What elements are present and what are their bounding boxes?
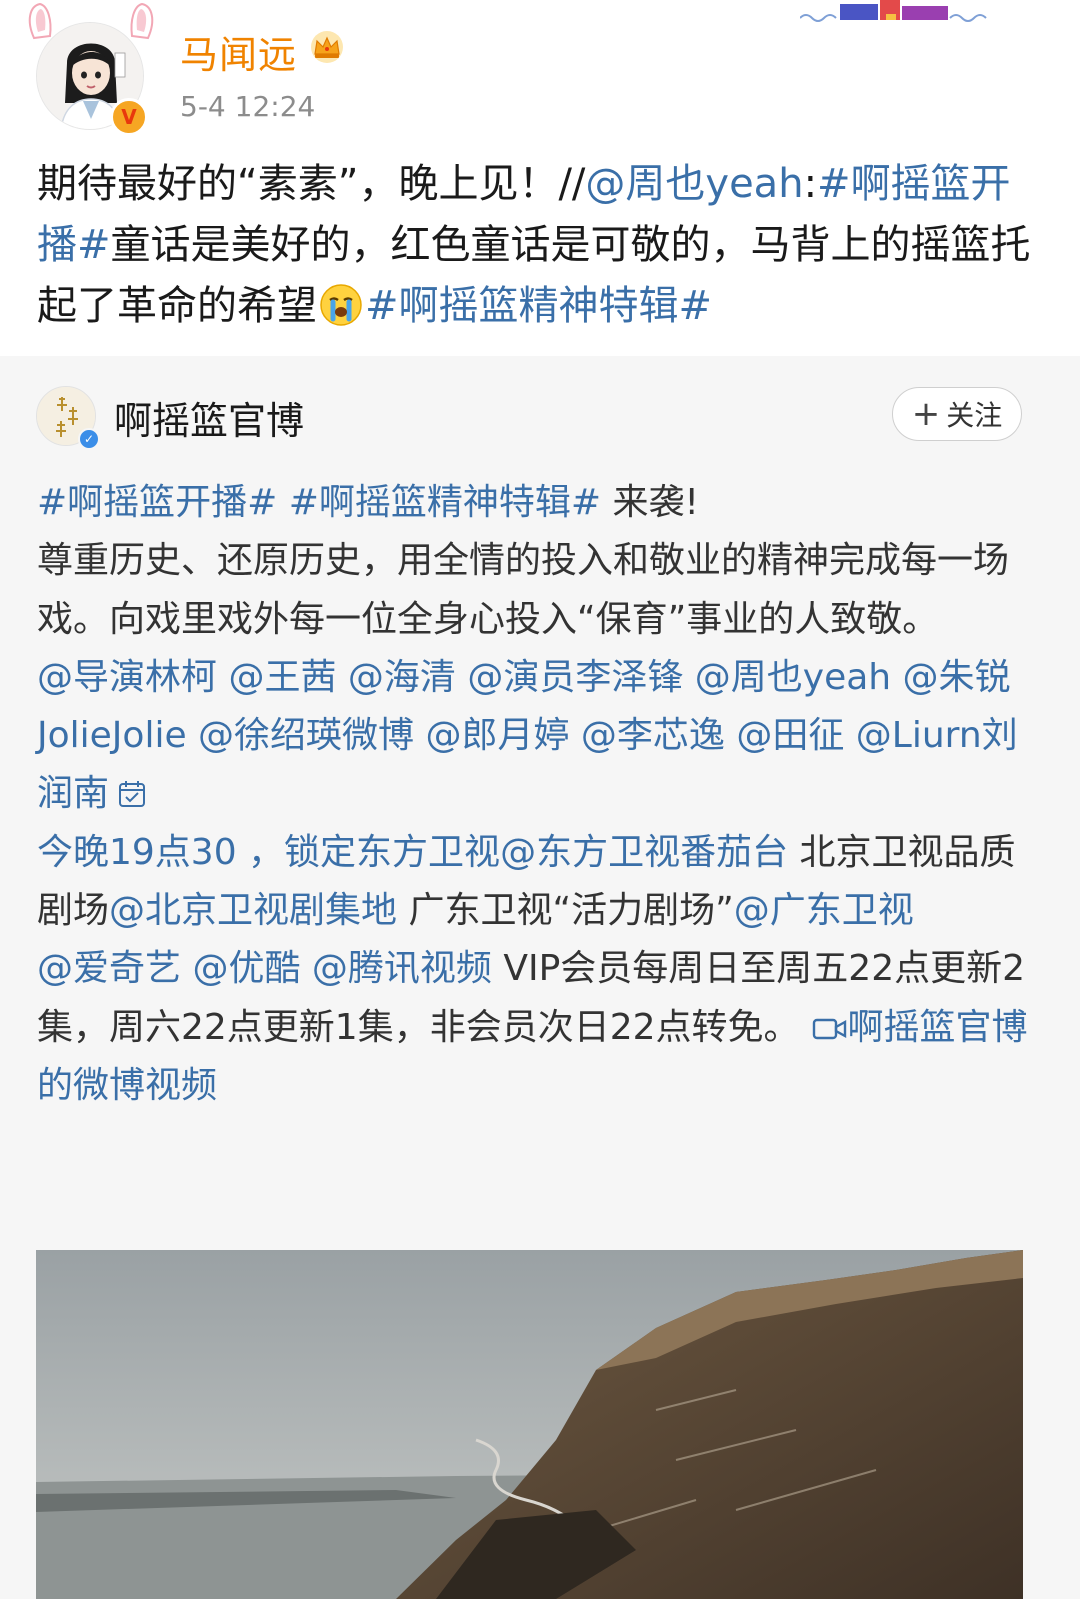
post-header: V 马闻远 5-4 12:24 xyxy=(0,0,1080,145)
video-icon[interactable] xyxy=(812,1015,848,1043)
crying-emoji-icon xyxy=(320,284,362,326)
plus-icon: + xyxy=(911,394,941,434)
post-text-intro: 期待最好的“素素”，晚上见！// xyxy=(37,161,586,207)
follow-label: 关注 xyxy=(946,399,1003,432)
post-colon: : xyxy=(803,161,818,207)
schedule-gdtv: 广东卫视“活力剧场” xyxy=(397,890,734,932)
mention-gdtv[interactable]: @广东卫视 xyxy=(734,890,914,931)
repost-card[interactable]: ✓ 啊摇篮官博 + 关注 #啊摇篮开播# #啊摇篮精神特辑# 来袭! 尊重历史、… xyxy=(0,356,1080,1599)
blue-verified-badge-icon: ✓ xyxy=(78,428,100,450)
username[interactable]: 马闻远 xyxy=(180,24,297,79)
verified-badge-icon: V xyxy=(110,98,148,136)
avatar-wrap[interactable]: V xyxy=(22,0,162,140)
original-post-text: #啊摇篮开播# #啊摇篮精神特辑# 来袭! 尊重历史、还原历史，用全情的投入和敬… xyxy=(37,474,1037,1115)
arrive-text: 来袭! xyxy=(601,482,699,523)
mention-bjtv[interactable]: @北京卫视剧集地 xyxy=(109,890,397,931)
landscape-still-image xyxy=(36,1250,1023,1599)
topics-line[interactable]: #啊摇篮开播# #啊摇篮精神特辑# xyxy=(37,482,601,523)
mention-zhouye[interactable]: @周也yeah xyxy=(585,161,803,207)
cast-mentions[interactable]: @导演林柯 @王茜 @海清 @演员李泽锋 @周也yeah @朱锐JolieJol… xyxy=(37,657,1018,815)
topic-special[interactable]: #啊摇篮精神特辑# xyxy=(365,283,712,329)
post-time: 5-4 12:24 xyxy=(180,90,316,123)
platform-mentions[interactable]: @爱奇艺 @优酷 @腾讯视频 xyxy=(37,948,492,989)
schedule-time: 今晚19点30 ，锁定东方卫视 xyxy=(37,831,501,873)
calendar-check-icon xyxy=(119,781,146,808)
follow-button[interactable]: + 关注 xyxy=(892,387,1022,441)
crown-icon[interactable] xyxy=(307,30,347,64)
video-thumbnail[interactable] xyxy=(36,1250,1023,1599)
post-text: 期待最好的“素素”，晚上见！//@周也yeah:#啊摇篮开播#童话是美好的，红色… xyxy=(37,154,1037,337)
body-text: 尊重历史、还原历史，用全情的投入和敬业的精神完成每一场戏。向戏里戏外每一位全身心… xyxy=(37,540,1010,640)
original-account-name[interactable]: 啊摇篮官博 xyxy=(114,390,304,445)
mention-dragon-tv[interactable]: @东方卫视番茄台 xyxy=(500,832,788,873)
header-decoration-icon xyxy=(800,0,987,22)
